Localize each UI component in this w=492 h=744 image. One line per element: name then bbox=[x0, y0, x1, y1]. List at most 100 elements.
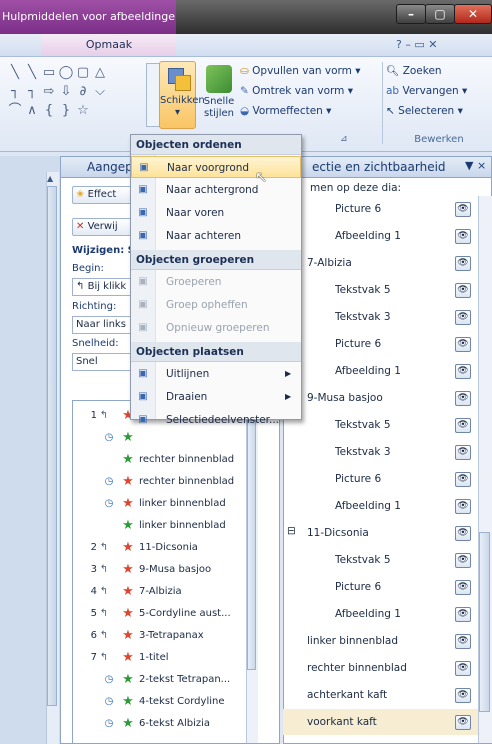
menu-item[interactable]: ▣ Draaien ▶ bbox=[131, 386, 301, 408]
visibility-eye-icon[interactable]: 👁︎ bbox=[455, 283, 471, 298]
maximize-button[interactable]: ▢ bbox=[425, 4, 455, 24]
selection-pane-item[interactable]: Afbeelding 1 👁︎ bbox=[283, 493, 478, 519]
visibility-eye-icon[interactable]: 👁︎ bbox=[455, 661, 471, 676]
visibility-eye-icon[interactable]: 👁︎ bbox=[455, 391, 471, 406]
animation-list-scroll-thumb[interactable] bbox=[247, 420, 256, 670]
selection-pane-item[interactable]: rechter binnenblad 👁︎ bbox=[283, 655, 478, 681]
remove-effect-button[interactable]: ✕ Verwij bbox=[72, 218, 132, 236]
shape-gallery-scroll[interactable] bbox=[146, 63, 160, 127]
selection-pane-item[interactable]: Tekstvak 5 👁︎ bbox=[283, 412, 478, 438]
help-window-icons[interactable]: ? – ▭ ✕ bbox=[396, 34, 492, 56]
rectangle-shape-icon[interactable]: ▭ bbox=[41, 65, 57, 81]
brace-shape-icon[interactable]: } bbox=[58, 103, 74, 119]
animation-list-item[interactable]: ★ linker binnenblad bbox=[73, 515, 257, 537]
animation-list[interactable]: 1 ↰ ★ ◷ ★ ★ rechter binnenblad ◷ ★ rechter binnen… bbox=[72, 400, 258, 744]
curve-shape-icon[interactable]: ⌒ bbox=[7, 103, 23, 119]
selection-pane-item[interactable]: Afbeelding 1 👁︎ bbox=[283, 358, 478, 384]
menu-item[interactable]: ▣ Naar voorgrond bbox=[131, 156, 301, 178]
visibility-eye-icon[interactable]: 👁︎ bbox=[455, 526, 471, 541]
direction-combo[interactable]: Naar links bbox=[72, 316, 132, 334]
slides-scroll-thumb[interactable] bbox=[47, 186, 57, 706]
oval-shape-icon[interactable]: ◯ bbox=[58, 65, 74, 81]
animation-list-item[interactable]: ★ rechter binnenblad bbox=[73, 449, 257, 471]
scroll-up-icon[interactable]: ▲ bbox=[47, 174, 53, 183]
animation-list-item[interactable]: ◷ ★ 2-tekst Tetrapan... bbox=[73, 669, 257, 691]
selection-pane-item[interactable]: Tekstvak 5 👁︎ bbox=[283, 547, 478, 573]
menu-item[interactable]: ▣ Naar achtergrond bbox=[131, 179, 301, 201]
selection-pane-item[interactable]: Picture 6 👁︎ bbox=[283, 466, 478, 492]
shape-outline-button[interactable]: ✎ Omtrek van vorm ▾ bbox=[240, 81, 360, 101]
visibility-eye-icon[interactable]: 👁︎ bbox=[455, 337, 471, 352]
visibility-eye-icon[interactable]: 👁︎ bbox=[455, 580, 471, 595]
visibility-eye-icon[interactable]: 👁︎ bbox=[455, 499, 471, 514]
selection-pane-item[interactable]: Tekstvak 3 👁︎ bbox=[283, 304, 478, 330]
expand-icon[interactable]: ⌵ bbox=[92, 84, 108, 100]
selection-pane-item[interactable]: achterkant kaft 👁︎ bbox=[283, 682, 478, 708]
selection-pane-item[interactable]: Afbeelding 1 👁︎ bbox=[283, 223, 478, 249]
select-button[interactable]: ↖ Selecteren ▾ bbox=[386, 101, 492, 121]
selection-pane-item[interactable]: linker binnenblad 👁︎ bbox=[283, 628, 478, 654]
animation-list-item[interactable]: 7 ↰ ★ 1-titel bbox=[73, 647, 257, 669]
speed-combo[interactable]: Snel bbox=[72, 353, 132, 371]
selection-pane-item[interactable]: Picture 6 👁︎ bbox=[283, 331, 478, 357]
minimize-button[interactable]: – bbox=[396, 4, 426, 24]
animation-list-item[interactable]: ◷ ★ rechter binnenblad bbox=[73, 471, 257, 493]
start-combo[interactable]: ↰ Bij klikk bbox=[72, 278, 132, 296]
animation-list-item[interactable]: 6 ↰ ★ 3-Tetrapanax bbox=[73, 625, 257, 647]
selection-pane-scroll-thumb[interactable] bbox=[479, 532, 490, 712]
visibility-eye-icon[interactable]: 👁︎ bbox=[455, 553, 471, 568]
selection-pane-item[interactable]: Tekstvak 3 👁︎ bbox=[283, 439, 478, 465]
pane-menu-close-icon[interactable]: ▼ × bbox=[465, 159, 491, 175]
elbow-connector-icon[interactable]: ┐ bbox=[24, 84, 40, 100]
rounded-rect-shape-icon[interactable]: ▢ bbox=[75, 65, 91, 81]
animation-list-item[interactable]: 5 ↰ ★ 5-Cordyline aust... bbox=[73, 603, 257, 625]
selection-pane-item[interactable]: Afbeelding 1 👁︎ bbox=[283, 601, 478, 627]
star-shape-icon[interactable]: ☆ bbox=[75, 103, 91, 119]
arrange-button[interactable]: Schikken ▾ bbox=[159, 61, 205, 129]
selection-pane-item[interactable]: Tekstvak 5 👁︎ bbox=[283, 277, 478, 303]
collapse-icon[interactable]: ⊟ bbox=[287, 518, 296, 544]
animation-list-item[interactable]: 3 ↰ ★ 9-Musa basjoo bbox=[73, 559, 257, 581]
selection-pane-item[interactable]: 9-Musa basjoo 👁︎ bbox=[283, 385, 478, 411]
selection-pane-item[interactable]: ⊟ 11-Dicsonia 👁︎ bbox=[283, 520, 478, 546]
menu-item[interactable]: ▣ Selectiedeelvenster... bbox=[131, 409, 301, 431]
visibility-eye-icon[interactable]: 👁︎ bbox=[455, 688, 471, 703]
visibility-eye-icon[interactable]: 👁︎ bbox=[455, 310, 471, 325]
visibility-eye-icon[interactable]: 👁︎ bbox=[455, 364, 471, 379]
animation-list-item[interactable]: ◷ ★ linker binnenblad bbox=[73, 493, 257, 515]
line-shape-icon[interactable]: ╲ bbox=[24, 65, 40, 81]
replace-button[interactable]: ab Vervangen ▾ bbox=[386, 81, 492, 101]
curve-shape-icon[interactable]: ∧ bbox=[24, 103, 40, 119]
animation-list-item[interactable]: ◷ ★ 4-tekst Cordyline bbox=[73, 691, 257, 713]
arrow-down-shape-icon[interactable]: ⇩ bbox=[58, 84, 74, 100]
visibility-eye-icon[interactable]: 👁︎ bbox=[455, 634, 471, 649]
shape-fill-button[interactable]: ⛀ Opvullen van vorm ▾ bbox=[240, 61, 361, 81]
arrow-right-shape-icon[interactable]: ⇨ bbox=[41, 84, 57, 100]
selection-pane-item[interactable]: voorkant kaft 👁︎ bbox=[283, 709, 478, 735]
animation-list-item[interactable]: 4 ↰ ★ 7-Albizia bbox=[73, 581, 257, 603]
visibility-eye-icon[interactable]: 👁︎ bbox=[455, 256, 471, 271]
visibility-eye-icon[interactable]: 👁︎ bbox=[455, 715, 471, 730]
curved-shape-icon[interactable]: ∂ bbox=[75, 84, 91, 100]
menu-item[interactable]: ▣ Uitlijnen ▶ bbox=[131, 363, 301, 385]
dialog-launcher-icon[interactable]: ⊿ bbox=[340, 134, 348, 144]
visibility-eye-icon[interactable]: 👁︎ bbox=[455, 472, 471, 487]
visibility-eye-icon[interactable]: 👁︎ bbox=[455, 607, 471, 622]
animation-list-item[interactable]: 2 ↰ ★ 11-Dicsonia bbox=[73, 537, 257, 559]
visibility-eye-icon[interactable]: 👁︎ bbox=[455, 229, 471, 244]
quick-styles-button[interactable]: Snelle stijlen bbox=[200, 63, 238, 131]
menu-item[interactable]: ▣ Naar voren bbox=[131, 202, 301, 224]
visibility-eye-icon[interactable]: 👁︎ bbox=[455, 418, 471, 433]
selection-pane-item[interactable]: 7-Albizia 👁︎ bbox=[283, 250, 478, 276]
add-effect-button[interactable]: ✬ Effect bbox=[72, 186, 132, 204]
elbow-connector-icon[interactable]: ┐ bbox=[7, 84, 23, 100]
shape-gallery[interactable]: ╲ ╲ ▭ ◯ ▢ △ ┐ ┐ ⇨ ⇩ ∂ ⌵ ⌒ ∧{} ☆ bbox=[6, 64, 156, 124]
close-button[interactable]: ✕ bbox=[454, 4, 492, 24]
menu-item[interactable]: ▣ Naar achteren bbox=[131, 225, 301, 247]
tab-opmaak[interactable]: Opmaak bbox=[42, 34, 176, 56]
selection-pane-item[interactable]: Picture 6 👁︎ bbox=[283, 574, 478, 600]
selection-pane-item[interactable]: Picture 6 👁︎ bbox=[283, 196, 478, 222]
brace-shape-icon[interactable]: { bbox=[41, 103, 57, 119]
shape-effects-button[interactable]: ◒ Vormeffecten ▾ bbox=[240, 101, 360, 121]
animation-list-item[interactable]: ◷ ★ 6-tekst Albizia bbox=[73, 713, 257, 735]
